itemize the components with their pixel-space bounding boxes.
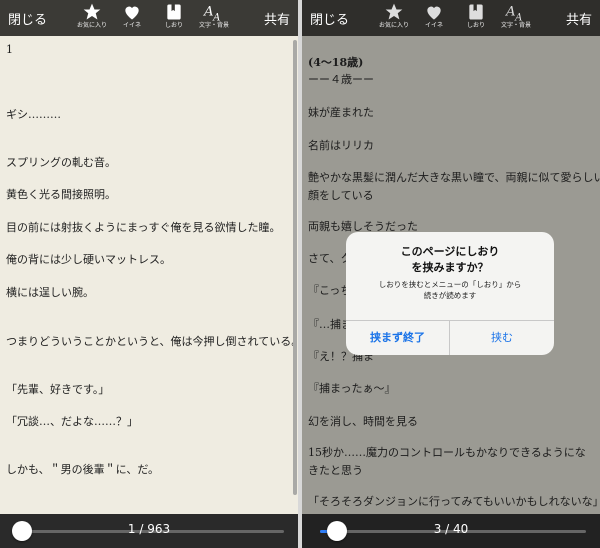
- text-line: 『捕まったぁ〜』: [308, 382, 396, 395]
- add-bookmark-button[interactable]: 挟む: [450, 321, 554, 355]
- reader-pane-left: 閉じる お気に入り イイネ しおり AA 文字・背景 共有 1 ギシ……… スプ: [0, 0, 298, 548]
- bookmark-label: しおり: [164, 22, 183, 29]
- text-line: 名前はリリカ: [308, 139, 374, 152]
- chapter-heading: (4〜18歳): [308, 56, 364, 69]
- favorite-button[interactable]: お気に入り: [70, 2, 114, 30]
- close-button[interactable]: 閉じる: [8, 9, 47, 28]
- text-line: さて、ク: [308, 252, 352, 265]
- bookmark-button[interactable]: しおり: [152, 2, 196, 30]
- dialog-message: しおりを挟むとメニューの「しおり」から 続きが読めます: [346, 279, 554, 301]
- heart-icon: [427, 6, 441, 20]
- text-line: 「冗談…、だよな……？」: [6, 415, 138, 428]
- star-icon: [385, 3, 403, 20]
- text-line: 1: [6, 43, 13, 56]
- dialog-message-line: しおりを挟むとメニューの「しおり」から: [378, 280, 522, 289]
- like-button[interactable]: イイネ: [412, 2, 456, 30]
- page-content: 1 ギシ……… スプリングの軋む音。 黄色く光る間接照明。 目の前には射抜くよう…: [0, 36, 298, 514]
- text-line: つまりどういうことかというと、俺は今押し倒されている。: [6, 335, 298, 348]
- font-settings-label: 文字・背景: [500, 22, 531, 29]
- text-line: 幻を消し、時間を見る: [308, 415, 418, 428]
- exit-without-bookmark-button[interactable]: 挟まず終了: [346, 321, 450, 355]
- reader-pane-right: 閉じる お気に入り イイネ しおり AA 文字・背景 共有 (4〜18歳) ーー…: [302, 0, 600, 548]
- like-button[interactable]: イイネ: [110, 2, 154, 30]
- dialog-title: このページにしおり を挟みますか？: [346, 244, 554, 276]
- page-slider-bar: 1 / 963: [0, 514, 298, 548]
- close-button[interactable]: 閉じる: [310, 9, 349, 28]
- text-line: 俺の背には少し硬いマットレス。: [6, 253, 171, 266]
- text-line: 艶やかな黒髪に潤んだ大きな黒い瞳で、両親に似て愛らしい: [308, 171, 600, 184]
- bookmark-button[interactable]: しおり: [454, 2, 498, 30]
- reader-toolbar: 閉じる お気に入り イイネ しおり AA 文字・背景 共有: [0, 0, 298, 36]
- dialog-title-line: このページにしおり: [400, 245, 500, 258]
- text-line: きたと思う: [308, 464, 363, 477]
- reader-split-screen: 閉じる お気に入り イイネ しおり AA 文字・背景 共有 1 ギシ……… スプ: [0, 0, 600, 548]
- text-line: 顔をしている: [308, 189, 374, 202]
- text-line: ーー４歳ーー: [308, 73, 374, 86]
- scrollbar[interactable]: [293, 40, 297, 495]
- dialog-title-line: を挟みますか？: [411, 261, 489, 274]
- star-icon: [83, 3, 101, 20]
- text-line: 横には逞しい腕。: [6, 286, 94, 299]
- page-number: 1 / 963: [127, 522, 171, 536]
- font-settings-button[interactable]: AA 文字・背景: [494, 2, 538, 30]
- text-line: 「先輩、好きです。」: [6, 383, 110, 396]
- reader-toolbar: 閉じる お気に入り イイネ しおり AA 文字・背景 共有: [302, 0, 600, 36]
- text-line: しかも、＂男の後輩＂に、だ。: [6, 463, 160, 476]
- page-slider-bar: 3 / 40: [302, 514, 600, 548]
- font-settings-icon: AA: [505, 4, 522, 22]
- bookmark-dialog: このページにしおり を挟みますか？ しおりを挟むとメニューの「しおり」から 続き…: [346, 232, 554, 355]
- page-number: 3 / 40: [433, 522, 469, 536]
- text-line: 「そろそろダンジョンに行ってみてもいいかもしれないな」: [308, 495, 600, 508]
- bookmark-icon: [167, 4, 181, 20]
- favorite-label: お気に入り: [76, 22, 107, 29]
- dialog-buttons: 挟まず終了 挟む: [346, 320, 554, 355]
- svg-text:A: A: [203, 4, 214, 19]
- text-line: 黄色く光る間接照明。: [6, 188, 116, 201]
- like-label: イイネ: [424, 22, 443, 29]
- share-button[interactable]: 共有: [264, 9, 290, 28]
- font-settings-button[interactable]: AA 文字・背景: [192, 2, 236, 30]
- dialog-message-line: 続きが読めます: [423, 291, 477, 300]
- share-button[interactable]: 共有: [566, 9, 592, 28]
- like-label: イイネ: [122, 22, 141, 29]
- text-line: スプリングの軋む音。: [6, 156, 116, 169]
- svg-text:A: A: [212, 12, 220, 22]
- favorite-button[interactable]: お気に入り: [372, 2, 416, 30]
- text-line: 目の前には射抜くようにまっすぐ俺を見る欲情した瞳。: [6, 221, 281, 234]
- favorite-label: お気に入り: [378, 22, 409, 29]
- bookmark-label: しおり: [466, 22, 485, 29]
- svg-text:A: A: [505, 4, 516, 19]
- text-line: 妹が産まれた: [308, 106, 374, 119]
- text-line: 『こっち: [308, 284, 352, 297]
- font-settings-icon: AA: [203, 4, 220, 22]
- svg-text:A: A: [514, 12, 522, 22]
- heart-icon: [125, 6, 139, 20]
- text-line: ギシ………: [6, 108, 61, 121]
- bookmark-icon: [469, 4, 483, 20]
- text-line: 15秒か……魔力のコントロールもかなりできるようにな: [308, 446, 586, 459]
- font-settings-label: 文字・背景: [198, 22, 229, 29]
